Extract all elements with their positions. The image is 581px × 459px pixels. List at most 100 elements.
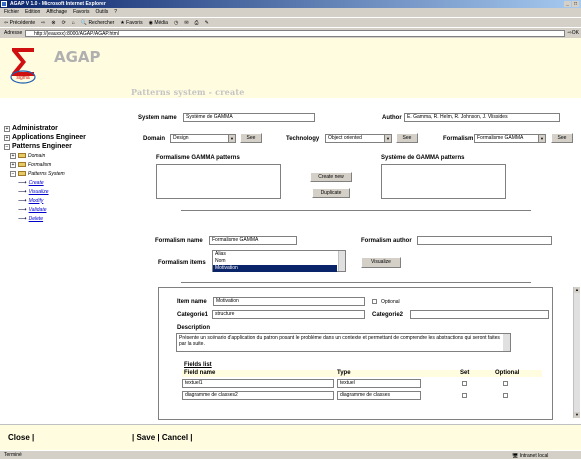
category1-label: Categorie1 (177, 312, 209, 318)
left-frame: sigma AGAP + Administrator + Application… (0, 38, 128, 424)
forward-icon[interactable]: ⇨ (41, 18, 45, 27)
technology-select[interactable]: Object oriented ▼ (325, 134, 392, 143)
formalism-select[interactable]: Formalisme GAMMA ▼ (474, 134, 546, 143)
search-button[interactable]: 🔍 Rechercher (81, 18, 114, 27)
menu-bar: Fichier Edition Affichage Favoris Outils… (0, 8, 581, 17)
domain-see-button[interactable]: See (240, 133, 262, 143)
brand-name: AGAP (54, 48, 101, 66)
home-icon[interactable]: ⌂ (72, 18, 75, 27)
print-icon[interactable]: ⎙ (195, 18, 199, 27)
field-name-input[interactable]: textuel1 (182, 379, 334, 388)
tree-item-applications-engineer[interactable]: + Applications Engineer (4, 133, 86, 142)
category1-input[interactable]: structure (212, 310, 365, 319)
expand-icon[interactable]: + (4, 134, 10, 141)
arrow-right-icon: ⟶ (18, 188, 27, 195)
stop-icon[interactable]: ⊗ (51, 18, 55, 27)
cancel-button[interactable]: Cancel | (162, 433, 193, 442)
menu-edition[interactable]: Edition (25, 8, 40, 17)
maximize-button[interactable]: □ (572, 1, 579, 7)
field-type-input[interactable]: diagramme de classes (337, 391, 421, 400)
media-button[interactable]: ◉ Média (149, 18, 168, 27)
tree-action-create[interactable]: ⟶ Create (4, 178, 86, 187)
page-title: Patterns system - create (131, 87, 245, 97)
system-patterns-title: Système de GAMMA patterns (381, 155, 465, 161)
tree-item-formalism[interactable]: + Formalism (4, 160, 86, 169)
menu-outils[interactable]: Outils (95, 8, 108, 17)
tree-action-visualize[interactable]: ⟶ Visualize (4, 187, 86, 196)
set-checkbox[interactable] (462, 381, 467, 386)
tree-item-patterns-system[interactable]: − Patterns System (4, 169, 86, 178)
mail-icon[interactable]: ✉ (184, 18, 188, 27)
optional-checkbox[interactable] (372, 299, 377, 304)
tree-item-patterns-engineer[interactable]: − Patterns Engineer (4, 142, 86, 151)
domain-label: Domain (143, 136, 166, 142)
expand-icon[interactable]: + (4, 125, 10, 132)
tree-item-administrator[interactable]: + Administrator (4, 124, 86, 133)
formalism-patterns-list[interactable] (156, 164, 281, 199)
minimize-button[interactable]: _ (564, 1, 571, 7)
main-header: Patterns system - create (128, 38, 581, 98)
collapse-icon[interactable]: − (4, 143, 10, 150)
description-textarea[interactable]: Présente un scénario d'application du pa… (176, 333, 511, 352)
col-type: Type (337, 370, 351, 376)
formalism-see-button[interactable]: See (551, 133, 573, 143)
list-item[interactable]: Alias (213, 251, 345, 258)
address-input[interactable]: http://(eauxxx):8000/AGAP/AGAP.html (25, 30, 565, 37)
field-type-input[interactable]: textuel (337, 379, 421, 388)
formalism-author-input[interactable] (417, 236, 552, 245)
domain-select[interactable]: Design ▼ (170, 134, 236, 143)
back-button[interactable]: ⇦ Précédente (4, 18, 35, 27)
scroll-up-icon[interactable]: ▲ (574, 287, 580, 293)
expand-icon[interactable]: + (10, 161, 16, 168)
description-scrollbar[interactable] (503, 334, 510, 351)
formalism-author-label: Formalism author (361, 238, 412, 244)
edit-icon[interactable]: ✎ (205, 18, 209, 27)
optional-checkbox[interactable] (503, 381, 508, 386)
list-item[interactable]: Nom (213, 258, 345, 265)
optional-checkbox[interactable] (503, 393, 508, 398)
tree-item-domain[interactable]: + Domain (4, 151, 86, 160)
status-text: Terminé (4, 452, 22, 458)
chevron-down-icon: ▼ (228, 135, 235, 142)
folder-icon (18, 153, 26, 158)
author-input[interactable]: E. Gamma, R. Helm, R. Johnson, J. Vlissi… (404, 113, 560, 122)
menu-help[interactable]: ? (114, 8, 117, 17)
list-item-selected[interactable]: Motivation (213, 265, 337, 272)
duplicate-button[interactable]: Duplicate (312, 188, 350, 198)
refresh-icon[interactable]: ⟳ (62, 18, 66, 27)
menu-favoris[interactable]: Favoris (73, 8, 89, 17)
main-frame: Patterns system - create System name Sys… (128, 38, 581, 424)
tree-action-validate[interactable]: ⟶ Validate (4, 205, 86, 214)
expand-icon[interactable]: + (10, 152, 16, 159)
item-scrollbar[interactable]: ▲ ▼ (573, 287, 580, 418)
system-patterns-list[interactable] (381, 164, 506, 199)
scroll-down-icon[interactable]: ▼ (574, 412, 580, 418)
system-name-input[interactable]: Système de GAMMA (183, 113, 315, 122)
create-new-button[interactable]: Create new (310, 172, 352, 182)
list-scrollbar[interactable] (338, 251, 345, 271)
category2-label: Categorie2 (372, 312, 404, 318)
formalism-name-input[interactable]: Formalisme GAMMA (209, 236, 297, 245)
close-button[interactable]: Close | (8, 433, 34, 442)
menu-fichier[interactable]: Fichier (4, 8, 19, 17)
save-button[interactable]: | Save | (132, 433, 160, 442)
fields-list-label: Fields list (184, 362, 212, 368)
address-bar: Adresse http://(eauxxx):8000/AGAP/AGAP.h… (0, 27, 581, 38)
menu-affichage[interactable]: Affichage (46, 8, 67, 17)
set-checkbox[interactable] (462, 393, 467, 398)
item-name-input[interactable]: Motivation (213, 297, 365, 306)
technology-see-button[interactable]: See (396, 133, 418, 143)
visualize-button[interactable]: Visualize (361, 257, 401, 268)
formalism-items-list[interactable]: Alias Nom Motivation (212, 250, 346, 272)
divider (181, 210, 531, 211)
field-name-input[interactable]: diagramme de classes2 (182, 391, 334, 400)
optional-label: Optional (381, 299, 400, 305)
category2-input[interactable] (410, 310, 549, 319)
tree-action-delete[interactable]: ⟶ Delete (4, 214, 86, 223)
folder-open-icon (18, 171, 26, 176)
tree-action-modify[interactable]: ⟶ Modify (4, 196, 86, 205)
collapse-icon[interactable]: − (10, 170, 16, 177)
favorites-button[interactable]: ★ Favoris (120, 18, 142, 27)
fields-table-header: Field name Type Set Optional (182, 370, 542, 377)
history-icon[interactable]: ◷ (174, 18, 178, 27)
